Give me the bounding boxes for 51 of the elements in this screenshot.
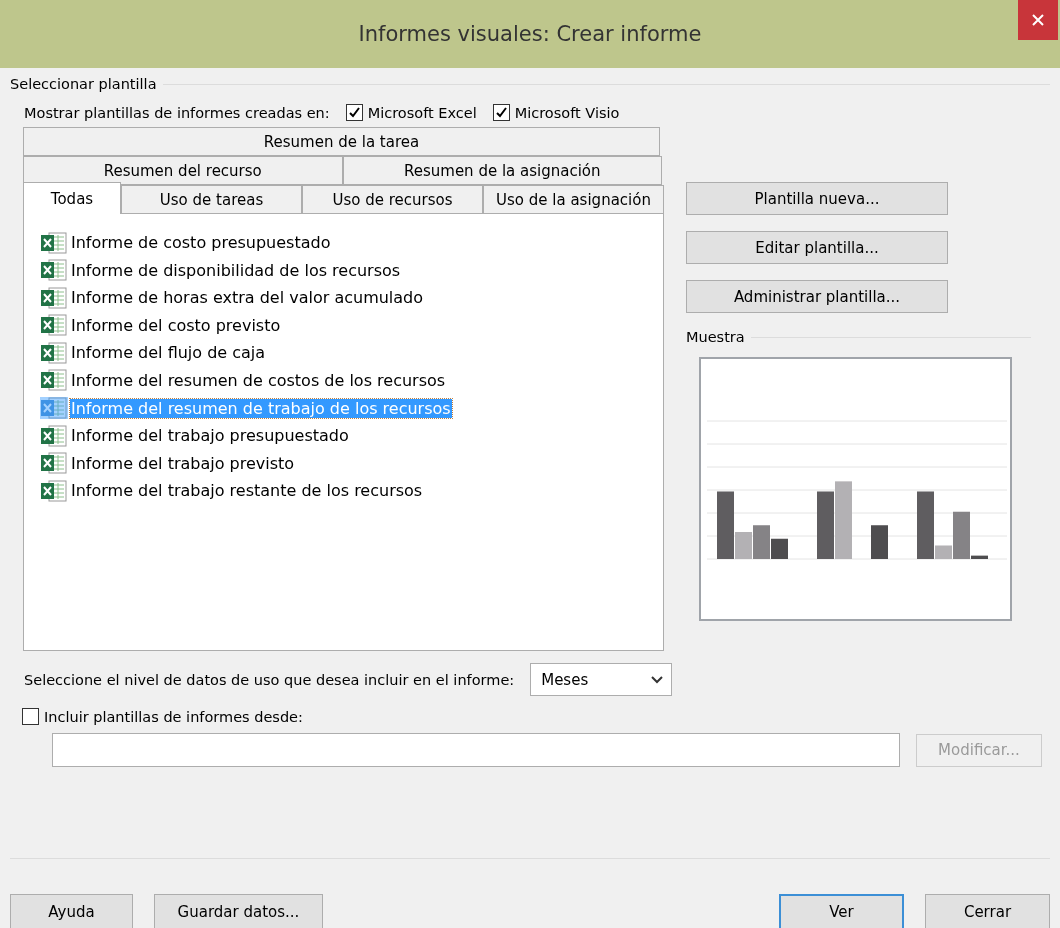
template-item[interactable]: Informe del flujo de caja (70, 343, 267, 363)
tab[interactable]: Uso de recursos (302, 185, 483, 214)
close-icon (1032, 14, 1044, 26)
checkbox-label: Incluir plantillas de informes desde: (44, 708, 303, 725)
tab[interactable]: Todas (23, 182, 121, 214)
spreadsheet-icon (40, 286, 68, 309)
spreadsheet-icon (40, 369, 68, 392)
checkbox[interactable] (345, 104, 363, 121)
footer-button[interactable]: Ayuda (10, 894, 133, 928)
chart-bar (817, 491, 834, 559)
template-item[interactable]: Informe de horas extra del valor acumulado (70, 288, 425, 308)
checkbox[interactable] (22, 708, 39, 725)
window-title: Informes visuales: Crear informe (358, 22, 702, 46)
template-item[interactable]: Informe del resumen de costos de los recursos (70, 370, 447, 390)
tab[interactable]: Resumen de la tarea (23, 127, 660, 156)
tab[interactable]: Uso de tareas (121, 185, 302, 214)
usage-label: Seleccione el nivel de datos de uso que desea incluir en el informe: (24, 671, 515, 688)
preview-title: Muestra (686, 329, 745, 345)
spreadsheet-icon (40, 424, 68, 447)
checkbox[interactable] (492, 104, 510, 121)
template-button[interactable]: Administrar plantilla... (686, 280, 948, 313)
spreadsheet-icon (40, 341, 68, 364)
footer-button[interactable]: Cerrar (925, 894, 1050, 928)
tab[interactable]: Resumen de la asignación (342, 156, 662, 185)
tab[interactable]: Uso de la asignación (483, 185, 664, 214)
close-button[interactable] (1018, 0, 1058, 40)
spreadsheet-icon (40, 259, 68, 282)
checkbox-label: Microsoft Excel (367, 104, 477, 121)
group-title: Seleccionar plantilla (10, 76, 157, 92)
footer-button[interactable]: Ver (779, 894, 904, 928)
chart-bar (871, 525, 888, 559)
template-item[interactable]: Informe del trabajo restante de los recursos (70, 481, 424, 501)
template-item[interactable]: Informe del trabajo presupuestado (70, 426, 350, 446)
spreadsheet-icon (40, 452, 68, 475)
tab[interactable]: Resumen del recurso (23, 156, 343, 185)
footer-button[interactable]: Guardar datos... (154, 894, 323, 928)
template-item[interactable]: Informe de costo presupuestado (70, 233, 332, 252)
spreadsheet-icon (40, 397, 68, 420)
usage-dropdown[interactable]: Meses (530, 663, 673, 696)
spreadsheet-icon (40, 314, 68, 337)
template-button[interactable]: Editar plantilla... (686, 231, 948, 264)
template-item[interactable]: Informe del costo previsto (70, 315, 282, 335)
checkbox-label: Microsoft Visio (514, 104, 620, 121)
chevron-icon (651, 675, 664, 684)
spreadsheet-icon (40, 231, 68, 254)
spreadsheet-icon (40, 479, 68, 502)
template-item[interactable]: Informe del trabajo previsto (70, 453, 296, 473)
path-field[interactable] (52, 733, 900, 767)
show-label: Mostrar plantillas de informes creadas en: (24, 104, 330, 121)
template-item[interactable]: Informe de disponibilidad de los recursos (70, 260, 402, 280)
template-button[interactable]: Plantilla nueva... (686, 182, 948, 215)
